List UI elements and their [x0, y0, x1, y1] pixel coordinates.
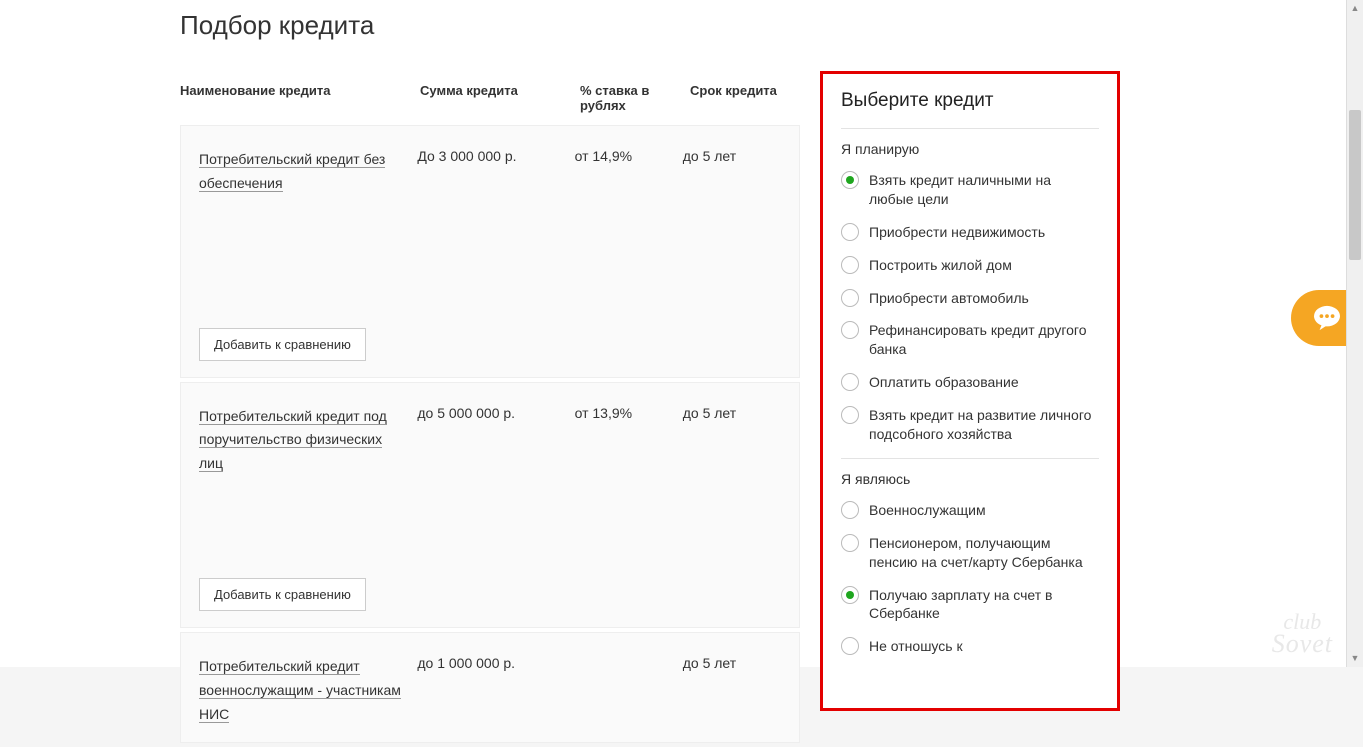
radio-icon [841, 501, 859, 519]
sidebar-title: Выберите кредит [841, 90, 1099, 112]
radio-option-education[interactable]: Оплатить образование [841, 373, 1099, 392]
credit-rate [575, 655, 683, 726]
radio-option-refinance[interactable]: Рефинансировать кредит другого банка [841, 321, 1099, 359]
scroll-up-icon[interactable]: ▲ [1347, 0, 1363, 17]
table-header: Наименование кредита Сумма кредита % ста… [180, 71, 800, 125]
radio-option-pensioner[interactable]: Пенсионером, получающим пенсию на счет/к… [841, 534, 1099, 572]
radio-option-car[interactable]: Приобрести автомобиль [841, 289, 1099, 308]
divider [841, 458, 1099, 459]
radio-icon [841, 534, 859, 552]
radio-option-house[interactable]: Построить жилой дом [841, 256, 1099, 275]
credits-table: Наименование кредита Сумма кредита % ста… [180, 71, 800, 747]
radio-icon [841, 223, 859, 241]
radio-option-property[interactable]: Приобрести недвижимость [841, 223, 1099, 242]
header-term: Срок кредита [690, 83, 790, 113]
compare-button[interactable]: Добавить к сравнению [199, 328, 366, 361]
radio-icon [841, 373, 859, 391]
scroll-down-icon[interactable]: ▼ [1347, 650, 1363, 667]
group-label-status: Я являюсь [841, 471, 1099, 487]
radio-label: Взять кредит наличными на любые цели [869, 171, 1099, 209]
radio-label: Получаю зарплату на счет в Сбербанке [869, 586, 1099, 624]
radio-label: Не отношусь к [869, 637, 963, 656]
group-label-plan: Я планирую [841, 141, 1099, 157]
page-title: Подбор кредита [180, 10, 1353, 41]
radio-icon [841, 289, 859, 307]
radio-label: Рефинансировать кредит другого банка [869, 321, 1099, 359]
credit-card: Потребительский кредит военнослужащим - … [180, 632, 800, 743]
radio-label: Взять кредит на развитие личного подсобн… [869, 406, 1099, 444]
radio-label: Приобрести недвижимость [869, 223, 1045, 242]
radio-option-salary[interactable]: Получаю зарплату на счет в Сбербанке [841, 586, 1099, 624]
credit-link[interactable]: Потребительский кредит без обеспечения [199, 151, 385, 192]
radio-label: Приобрести автомобиль [869, 289, 1029, 308]
header-rate: % ставка в рублях [580, 83, 690, 113]
credit-card: Потребительский кредит под поручительств… [180, 382, 800, 628]
radio-icon [841, 586, 859, 604]
header-sum: Сумма кредита [420, 83, 580, 113]
radio-icon [841, 321, 859, 339]
radio-option-military[interactable]: Военнослужащим [841, 501, 1099, 520]
credit-rate: от 13,9% [575, 405, 683, 476]
radio-label: Построить жилой дом [869, 256, 1012, 275]
credit-link[interactable]: Потребительский кредит военнослужащим - … [199, 658, 401, 723]
credit-sum: до 5 000 000 р. [417, 405, 574, 476]
radio-icon [841, 256, 859, 274]
credit-filter-sidebar: Выберите кредит Я планирую Взять кредит … [820, 71, 1120, 711]
credit-term: до 5 лет [683, 148, 781, 196]
credit-link[interactable]: Потребительский кредит под поручительств… [199, 408, 387, 473]
radio-label: Оплатить образование [869, 373, 1019, 392]
scroll-thumb[interactable] [1349, 110, 1361, 260]
radio-icon [841, 406, 859, 424]
radio-option-cash[interactable]: Взять кредит наличными на любые цели [841, 171, 1099, 209]
credit-rate: от 14,9% [575, 148, 683, 196]
radio-label: Военнослужащим [869, 501, 986, 520]
credit-term: до 5 лет [683, 405, 781, 476]
credit-sum: до 1 000 000 р. [417, 655, 574, 726]
radio-label: Пенсионером, получающим пенсию на счет/к… [869, 534, 1099, 572]
credit-card: Потребительский кредит без обеспечения Д… [180, 125, 800, 378]
divider [841, 128, 1099, 129]
radio-option-farm[interactable]: Взять кредит на развитие личного подсобн… [841, 406, 1099, 444]
radio-icon [841, 637, 859, 655]
header-name: Наименование кредита [180, 83, 420, 113]
credit-sum: До 3 000 000 р. [417, 148, 574, 196]
credit-term: до 5 лет [683, 655, 781, 726]
radio-icon [841, 171, 859, 189]
chat-icon [1312, 305, 1342, 331]
scrollbar[interactable]: ▲ ▼ [1346, 0, 1363, 667]
radio-option-none[interactable]: Не отношусь к [841, 637, 1099, 656]
compare-button[interactable]: Добавить к сравнению [199, 578, 366, 611]
